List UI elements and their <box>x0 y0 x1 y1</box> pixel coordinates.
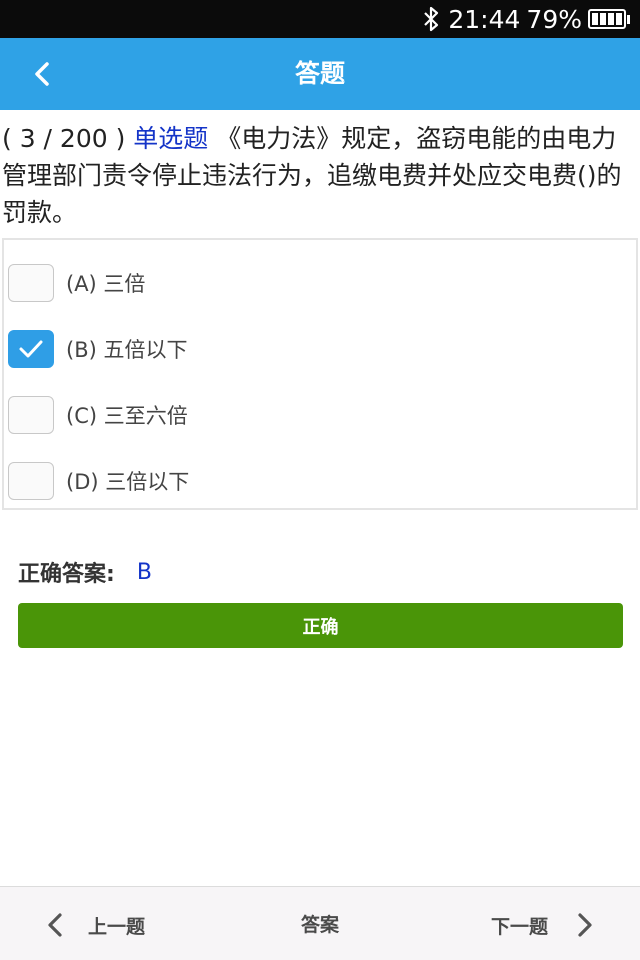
question-counter: ( 3 / 200 ) <box>2 124 126 153</box>
status-bar: 21:44 79% <box>0 0 640 38</box>
option-label: (D) 三倍以下 <box>66 470 190 494</box>
app-header: 答题 <box>0 38 640 110</box>
correct-answer-value: B <box>136 559 152 585</box>
option-b[interactable]: (B) 五倍以下 <box>8 326 187 372</box>
option-checkbox[interactable] <box>8 462 54 500</box>
option-c[interactable]: (C) 三至六倍 <box>8 392 188 438</box>
status-indicators: 21:44 79% <box>420 4 630 34</box>
option-checkbox[interactable] <box>8 264 54 302</box>
option-checkbox-checked[interactable] <box>8 330 54 368</box>
show-answer-button[interactable]: 答案 <box>301 914 339 936</box>
correct-answer: 正确答案: B <box>18 556 152 588</box>
question-type: 单选题 <box>133 124 209 153</box>
bluetooth-icon <box>424 6 439 32</box>
option-label: (B) 五倍以下 <box>66 338 188 362</box>
option-d[interactable]: (D) 三倍以下 <box>8 458 189 504</box>
correct-answer-label: 正确答案: <box>18 562 115 587</box>
chevron-right-icon <box>578 913 592 937</box>
option-a[interactable]: (A) 三倍 <box>8 260 145 306</box>
page-title: 答题 <box>294 59 345 88</box>
options-list: (A) 三倍 (B) 五倍以下 (C) 三至六倍 (D) 三倍以下 <box>2 238 638 510</box>
result-button[interactable]: 正确 <box>18 603 623 648</box>
bottom-nav: 上一题 答案 下一题 <box>0 886 640 960</box>
option-checkbox[interactable] <box>8 396 54 434</box>
next-question-label: 下一题 <box>490 915 548 938</box>
checkmark-icon <box>19 340 43 358</box>
option-label: (C) 三至六倍 <box>66 404 188 428</box>
battery-icon <box>588 9 630 29</box>
option-label: (A) 三倍 <box>66 272 146 296</box>
next-question-button[interactable]: 下一题 <box>491 905 594 945</box>
battery-percentage: 79% <box>526 4 582 34</box>
question-block: ( 3 / 200 ) 单选题 《电力法》规定，盗窃电能的由电力管理部门责令停止… <box>2 120 638 231</box>
clock: 21:44 <box>448 4 521 34</box>
